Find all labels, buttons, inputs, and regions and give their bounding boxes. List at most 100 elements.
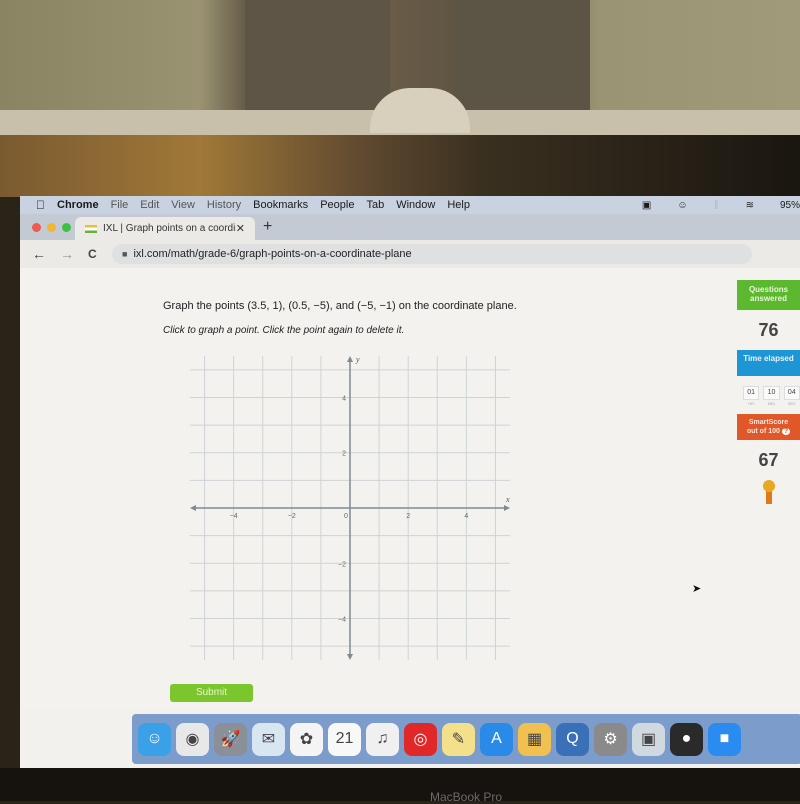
reload-button[interactable]: C — [88, 247, 97, 261]
timer-minutes: 10 MIN — [763, 386, 780, 406]
menu-bookmarks[interactable]: Bookmarks — [253, 199, 308, 211]
background-door — [455, 0, 590, 120]
apple-menu-icon[interactable]:  — [36, 198, 45, 212]
wifi-icon[interactable]: ≋ — [746, 200, 754, 211]
battery-percent[interactable]: 95% — [780, 200, 800, 211]
y-tick-label: −4 — [338, 617, 346, 624]
y-tick-label: −2 — [338, 561, 346, 568]
dock-calendar-icon[interactable]: 21 — [328, 722, 361, 756]
timer-minutes-unit: MIN — [767, 401, 776, 406]
x-axis-right-arrow — [504, 505, 510, 511]
forward-button[interactable]: → — [60, 246, 74, 262]
x-tick-label: −2 — [288, 513, 296, 520]
timer-hours-value: 01 — [743, 386, 760, 400]
new-tab-button[interactable]: + — [263, 218, 272, 236]
dock-zoom-icon[interactable]: ■ — [708, 722, 741, 756]
dock-app-store-icon[interactable]: A — [480, 722, 513, 756]
x-axis-label: x — [505, 495, 510, 504]
y-tick-label: 4 — [342, 395, 346, 402]
dock-launchpad-icon[interactable]: 🚀 — [214, 722, 247, 756]
help-icon[interactable]: ? — [781, 428, 791, 435]
airplay-icon[interactable]: ▣ — [642, 200, 651, 211]
smartscore-label: SmartScore — [748, 419, 789, 426]
ixl-favicon-icon — [85, 224, 97, 233]
timer-hours-unit: HR — [748, 401, 755, 406]
x-tick-label: −4 — [230, 513, 238, 520]
question-instruction: Click to graph a point. Click the point … — [163, 325, 405, 336]
dock-preview-icon[interactable]: ✉ — [252, 722, 285, 756]
menu-file[interactable]: File — [111, 199, 129, 211]
menu-window[interactable]: Window — [396, 199, 435, 211]
menu-chrome[interactable]: Chrome — [57, 199, 99, 211]
x-axis-left-arrow — [190, 505, 196, 511]
y-axis-label: y — [355, 355, 360, 364]
smartscore-sub: out of 100 ? — [737, 427, 800, 436]
timer-seconds-unit: SEC — [787, 401, 796, 406]
timer-seconds-value: 04 — [783, 386, 800, 400]
time-elapsed-label: Time elapsed — [737, 350, 800, 376]
y-axis-down-arrow — [347, 654, 353, 660]
window-controls — [32, 223, 71, 232]
laptop-screen:  Chrome File Edit View History Bookmark… — [20, 196, 800, 768]
timer-seconds: 04 SEC — [783, 386, 800, 406]
minimize-window-button[interactable] — [47, 223, 56, 232]
smartscore-header: SmartScore out of 100 ? — [737, 414, 800, 440]
device-label: MacBook Pro — [430, 790, 503, 804]
browser-tab-bar: IXL | Graph points on a coordinate plane… — [20, 214, 800, 240]
lock-icon: ■ — [122, 249, 128, 259]
bluetooth-icon[interactable]: ᛒ — [714, 200, 720, 211]
mouse-cursor-icon: ➤ — [692, 583, 702, 595]
dock-itunes-icon[interactable]: ♫ — [366, 722, 399, 756]
dock-notes-icon[interactable]: ✎ — [442, 722, 475, 756]
back-button[interactable]: ← — [32, 246, 46, 262]
dock-finder-icon[interactable]: ☺ — [138, 722, 171, 756]
dock-quicktime-icon[interactable]: Q — [556, 722, 589, 756]
dock-chrome-icon[interactable]: ◉ — [176, 722, 209, 756]
questions-answered-label: Questions answered — [737, 280, 800, 310]
x-tick-label: 2 — [406, 513, 410, 520]
url-field[interactable]: ■ ixl.com/math/grade-6/graph-points-on-a… — [112, 244, 752, 264]
ixl-page: Graph the points (3.5, 1), (0.5, −5), an… — [20, 268, 800, 708]
x-tick-label: 0 — [344, 513, 348, 520]
mac-menubar:  Chrome File Edit View History Bookmark… — [20, 196, 800, 214]
face-icon[interactable]: ☺ — [677, 200, 687, 211]
mac-dock: ☺ ◉ 🚀 ✉ ✿ 21 ♫ ◎ ✎ A ▦ Q ⚙ ▣ ● ■ — [132, 714, 800, 764]
progress-sidebar: Questions answered 76 Time elapsed 01 HR … — [737, 280, 800, 504]
timer-hours: 01 HR — [743, 386, 760, 406]
dock-system-preferences-icon[interactable]: ⚙ — [594, 722, 627, 756]
maximize-window-button[interactable] — [62, 223, 71, 232]
smartscore-sub-text: out of 100 — [746, 428, 780, 435]
y-tick-label: 2 — [342, 451, 346, 458]
dock-record-app-icon[interactable]: ● — [670, 722, 703, 756]
close-tab-icon[interactable]: ✕ — [236, 222, 245, 235]
url-text[interactable]: ixl.com/math/grade-6/graph-points-on-a-c… — [133, 248, 411, 260]
laptop-bezel — [0, 135, 800, 197]
timer: 01 HR 10 MIN 04 SEC — [737, 386, 800, 406]
question-prompt: Graph the points (3.5, 1), (0.5, −5), an… — [163, 300, 517, 312]
status-area: ▣ ☺ ᛒ ≋ 95% — [630, 196, 800, 214]
background-room — [0, 0, 800, 135]
menu-help[interactable]: Help — [447, 199, 470, 211]
menu-history[interactable]: History — [207, 199, 241, 211]
smartscore-value: 67 — [758, 450, 779, 470]
dock-numbers-icon[interactable]: ▦ — [518, 722, 551, 756]
browser-tab-active[interactable]: IXL | Graph points on a coordinate plane… — [75, 217, 255, 240]
dock-music-app-icon[interactable]: ◎ — [404, 722, 437, 756]
address-bar-row: ← → C ■ ixl.com/math/grade-6/graph-point… — [20, 240, 800, 268]
menu-people[interactable]: People — [320, 199, 354, 211]
dock-photos-icon[interactable]: ✿ — [290, 722, 323, 756]
award-ribbon-icon — [763, 480, 775, 504]
menu-tab[interactable]: Tab — [366, 199, 384, 211]
questions-answered-count: 76 — [758, 320, 779, 340]
tab-title: IXL | Graph points on a coordinate plane — [103, 223, 236, 234]
submit-button[interactable]: Submit — [170, 684, 253, 702]
dock-image-capture-icon[interactable]: ▣ — [632, 722, 665, 756]
coordinate-plane[interactable]: x y −4 −2 0 2 4 4 2 −2 −4 — [180, 348, 520, 668]
close-window-button[interactable] — [32, 223, 41, 232]
x-tick-label: 4 — [464, 513, 468, 520]
background-door — [245, 0, 390, 120]
menu-edit[interactable]: Edit — [140, 199, 159, 211]
menu-view[interactable]: View — [171, 199, 195, 211]
y-axis-up-arrow — [347, 356, 353, 362]
timer-minutes-value: 10 — [763, 386, 780, 400]
